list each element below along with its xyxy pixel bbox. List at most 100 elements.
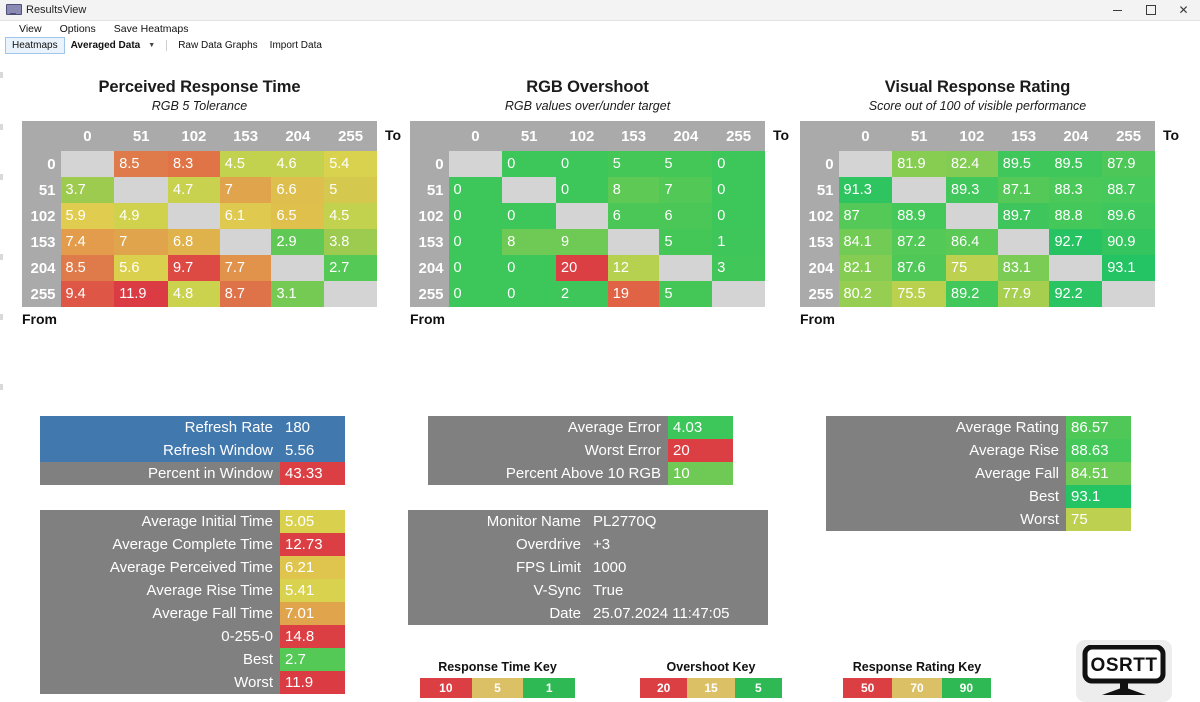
heatmap-cell: 89.3 <box>946 177 998 203</box>
stat-label: Worst <box>40 671 280 694</box>
heatmap-cell-diagonal <box>220 229 272 255</box>
tab-import-data[interactable]: Import Data <box>264 38 328 53</box>
row-header-102: 102 <box>410 203 449 229</box>
column-header-153: 153 <box>608 121 660 151</box>
heatmap-cell: 0 <box>502 255 556 281</box>
table-row: 08.58.34.54.65.4 <box>22 151 377 177</box>
legend-stop: 50 <box>843 678 892 698</box>
heatmap-cell-diagonal <box>839 151 893 177</box>
close-button[interactable]: ✕ <box>1167 0 1200 20</box>
stat-row: Average Rating86.57 <box>826 416 1131 439</box>
stat-label: Refresh Window <box>40 439 280 462</box>
heatmap-cell: 19 <box>608 281 660 307</box>
legend-stop: 5 <box>472 678 524 698</box>
heatmap-cell: 88.7 <box>1102 177 1155 203</box>
heatmap-cell: 0 <box>449 255 503 281</box>
column-header-0: 0 <box>449 121 503 151</box>
menu-item-options[interactable]: Options <box>51 21 105 37</box>
stat-row: Refresh Window5.56 <box>40 439 345 462</box>
chevron-down-icon[interactable]: ▼ <box>146 42 161 49</box>
axis-label-to: To <box>773 127 789 143</box>
stat-label: Best <box>826 485 1066 508</box>
stat-value: PL2770Q <box>588 510 768 533</box>
stat-label: Worst <box>826 508 1066 531</box>
stat-value: 88.63 <box>1066 439 1131 462</box>
row-header-204: 204 <box>410 255 449 281</box>
column-header-255: 255 <box>712 121 765 151</box>
heatmap-cell: 0 <box>556 151 608 177</box>
heatmap-cell: 7 <box>114 229 168 255</box>
heatmap-cell: 84.1 <box>839 229 893 255</box>
svg-text:OSRTT: OSRTT <box>1091 655 1158 676</box>
stat-label: Percent Above 10 RGB <box>428 462 668 485</box>
heatmap-cell: 8.5 <box>114 151 168 177</box>
row-header-0: 0 <box>22 151 61 177</box>
legend-bar: 20155 <box>640 678 782 698</box>
menu-item-view[interactable]: View <box>10 21 51 37</box>
heatmap-cell-diagonal <box>608 229 660 255</box>
heatmap-cell-diagonal <box>659 255 712 281</box>
heatmap-cell-diagonal <box>168 203 220 229</box>
edge-artifact <box>0 124 3 130</box>
heatmap-cell: 0 <box>449 203 503 229</box>
heatmap-cell: 0 <box>502 281 556 307</box>
heatmap-cell: 92.2 <box>1049 281 1102 307</box>
stat-value: 5.41 <box>280 579 345 602</box>
table-row: 1537.476.82.93.8 <box>22 229 377 255</box>
heatmap-grid: 05110215320425508.58.34.54.65.4513.74.77… <box>22 121 377 307</box>
stat-value: 86.57 <box>1066 416 1131 439</box>
rating-stats: Average Rating86.57Average Rise88.63Aver… <box>826 416 1131 531</box>
response-time-stats: Average Initial Time5.05Average Complete… <box>40 510 345 694</box>
heatmap-cell: 8 <box>502 229 556 255</box>
heatmap-cell: 5.4 <box>324 151 377 177</box>
heatmap-grid-wrap: 051102153204255081.982.489.589.587.95191… <box>800 121 1155 307</box>
heatmap-cell: 6.6 <box>271 177 324 203</box>
tab-raw-data-graphs[interactable]: Raw Data Graphs <box>172 38 263 53</box>
heatmap-title: RGB Overshoot <box>410 78 765 97</box>
results-view-window: ResultsView ✕ View Options Save Heatmaps… <box>0 0 1200 700</box>
heatmap-cell: 4.8 <box>168 281 220 307</box>
dropdown-averaged-data[interactable]: Averaged Data <box>65 38 147 53</box>
heatmap-cell: 8.7 <box>220 281 272 307</box>
stat-row: Worst Error20 <box>428 439 733 462</box>
stat-value: 11.9 <box>280 671 345 694</box>
toolbar-divider <box>166 40 167 51</box>
stat-row: Refresh Rate180 <box>40 416 345 439</box>
legend-1: Response Time Key1051 <box>420 660 575 698</box>
stat-row: FPS Limit1000 <box>408 556 768 579</box>
stat-row: Percent in Window43.33 <box>40 462 345 485</box>
column-header-0: 0 <box>61 121 115 151</box>
menu-item-save-heatmaps[interactable]: Save Heatmaps <box>105 21 198 37</box>
table-row: 2040020123 <box>410 255 765 281</box>
row-header-51: 51 <box>800 177 839 203</box>
stat-row: Average Initial Time5.05 <box>40 510 345 533</box>
heatmap-cell: 5.6 <box>114 255 168 281</box>
stat-row: Worst11.9 <box>40 671 345 694</box>
tab-heatmaps[interactable]: Heatmaps <box>5 37 65 54</box>
heatmap-cell: 4.5 <box>324 203 377 229</box>
stat-label: Average Fall <box>826 462 1066 485</box>
column-header-51: 51 <box>502 121 556 151</box>
heatmap-cell: 81.9 <box>892 151 946 177</box>
table-row: 000550 <box>410 151 765 177</box>
row-header-102: 102 <box>22 203 61 229</box>
stat-label: 0-255-0 <box>40 625 280 648</box>
heatmap-cell-diagonal <box>502 177 556 203</box>
heatmap-title: Visual Response Rating <box>800 78 1155 97</box>
heatmap-title: Perceived Response Time <box>22 78 377 97</box>
refresh-stats: Refresh Rate180Refresh Window5.56Percent… <box>40 416 345 485</box>
maximize-button[interactable] <box>1134 0 1167 20</box>
row-header-204: 204 <box>22 255 61 281</box>
axis-label-from: From <box>800 311 1155 327</box>
stat-label: Percent in Window <box>40 462 280 485</box>
row-header-204: 204 <box>800 255 839 281</box>
heatmap-cell: 83.1 <box>998 255 1050 281</box>
stat-row: Average Perceived Time6.21 <box>40 556 345 579</box>
heatmap-cell: 91.3 <box>839 177 893 203</box>
minimize-button[interactable] <box>1101 0 1134 20</box>
heatmap-cell: 92.7 <box>1049 229 1102 255</box>
stat-row: V-SyncTrue <box>408 579 768 602</box>
axis-label-from: From <box>22 311 377 327</box>
heatmap-cell: 87.2 <box>892 229 946 255</box>
stat-label: Monitor Name <box>408 510 588 533</box>
